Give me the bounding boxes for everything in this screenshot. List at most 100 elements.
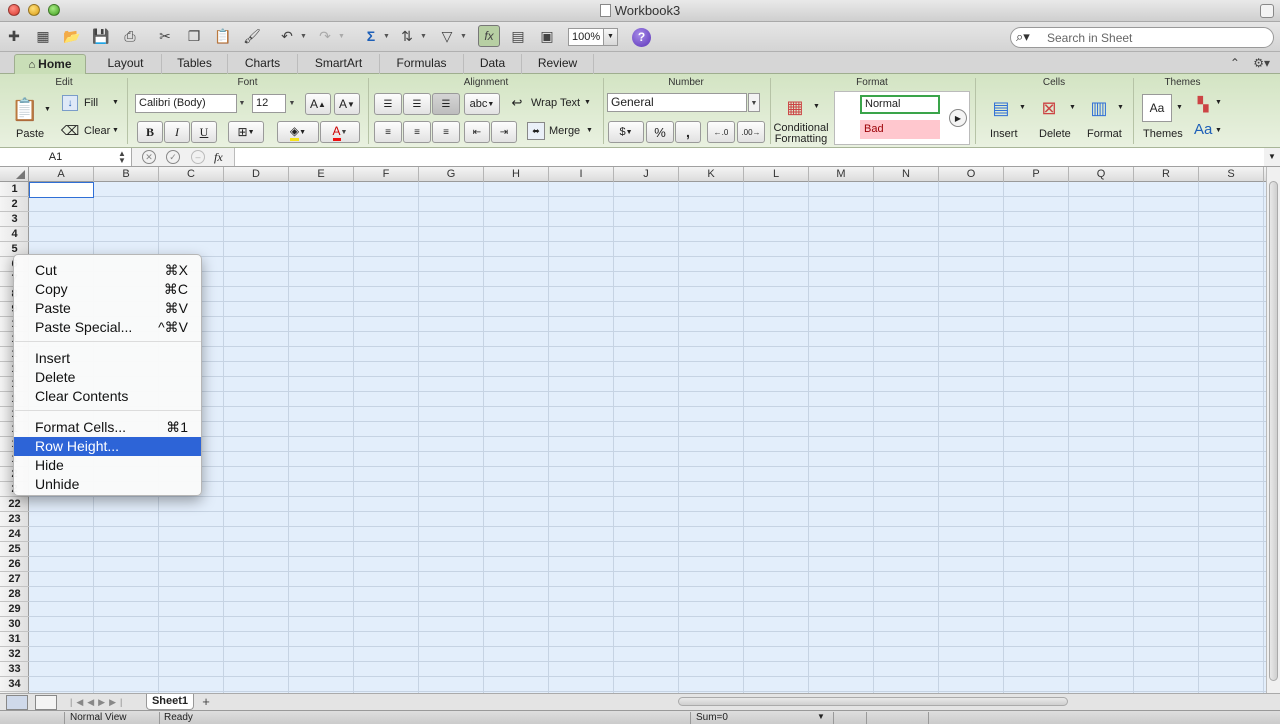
decrease-indent-icon[interactable]: ⇤ xyxy=(464,121,490,143)
search-box[interactable]: ⌕▾ xyxy=(1010,27,1274,48)
sheet-tab-sheet1[interactable]: Sheet1 xyxy=(146,694,194,710)
row-header[interactable]: 2 xyxy=(0,197,29,212)
text-orientation-button[interactable]: abc ▼ xyxy=(464,93,500,115)
decrease-decimal-icon[interactable]: .00→ xyxy=(737,121,765,143)
increase-font-size-icon[interactable]: A ▲ xyxy=(305,93,331,115)
tab-formulas[interactable]: Formulas xyxy=(380,54,464,74)
formula-builder-icon[interactable]: fx xyxy=(478,25,500,47)
theme-fonts-dropdown-icon[interactable]: ▼ xyxy=(1215,127,1222,134)
menu-item-unhide[interactable]: Unhide xyxy=(14,475,201,494)
column-header[interactable]: H xyxy=(484,167,549,182)
row-header[interactable]: 32 xyxy=(0,647,29,662)
filter-dropdown-icon[interactable]: ▼ xyxy=(459,25,468,47)
decrease-font-size-icon[interactable]: A ▼ xyxy=(334,93,360,115)
row-header[interactable]: 28 xyxy=(0,587,29,602)
delete-button[interactable]: Delete xyxy=(1039,128,1071,140)
column-header[interactable]: N xyxy=(874,167,939,182)
format-dropdown-icon[interactable]: ▼ xyxy=(1117,104,1124,111)
clear-dropdown-icon[interactable]: ▼ xyxy=(112,127,119,134)
template-gallery-icon[interactable]: ▦ xyxy=(32,25,54,47)
insert-cells-icon[interactable]: ▤ xyxy=(986,93,1016,123)
align-left-icon[interactable]: ≡ xyxy=(374,121,402,143)
autosum-dropdown-icon[interactable]: ▼ xyxy=(382,25,391,47)
paste-dropdown-icon[interactable]: ▼ xyxy=(44,106,51,113)
theme-colors-dropdown-icon[interactable]: ▼ xyxy=(1215,99,1222,106)
copy-icon[interactable]: ❐ xyxy=(183,25,205,47)
name-box-stepper-icon[interactable]: ▲ ▼ xyxy=(118,150,126,165)
ribbon-settings-icon[interactable]: ⚙▾ xyxy=(1253,56,1270,70)
eraser-icon[interactable]: ⌫ xyxy=(61,123,79,139)
borders-icon[interactable]: ⊞ ▼ xyxy=(228,121,264,143)
font-size-field[interactable]: 12 xyxy=(252,94,286,113)
menu-item-cut[interactable]: Cut ⌘X xyxy=(14,261,201,280)
style-bad[interactable]: Bad xyxy=(860,120,940,139)
column-header[interactable]: S xyxy=(1199,167,1264,182)
help-icon[interactable]: ? xyxy=(632,28,651,47)
column-header[interactable]: J xyxy=(614,167,679,182)
sheet-navigation-arrows[interactable]: |◀◀▶▶| xyxy=(70,694,126,710)
cell-gridlines[interactable] xyxy=(29,182,1266,693)
fill-dropdown-icon[interactable]: ▼ xyxy=(112,99,119,106)
column-header[interactable]: A xyxy=(29,167,94,182)
menu-item-row-height[interactable]: Row Height... xyxy=(14,437,201,456)
menu-item-paste-special[interactable]: Paste Special... ^⌘V xyxy=(14,318,201,337)
vertical-scroll-thumb[interactable] xyxy=(1269,181,1278,681)
toolbar-toggle-button[interactable] xyxy=(1260,4,1274,18)
align-middle-icon[interactable]: ☰ xyxy=(403,93,431,115)
cut-icon[interactable]: ✂ xyxy=(154,25,176,47)
tab-review[interactable]: Review xyxy=(522,54,594,74)
bold-button[interactable]: B xyxy=(137,121,163,143)
new-document-icon[interactable]: ✚ xyxy=(3,25,25,47)
normal-view-icon[interactable] xyxy=(6,695,28,710)
print-icon[interactable]: ⎙ xyxy=(119,25,141,47)
theme-colors-icon[interactable]: ▚ xyxy=(1192,94,1214,114)
number-format-dropdown-icon[interactable]: ▼ xyxy=(748,93,760,112)
clear-button[interactable]: Clear xyxy=(84,125,110,137)
style-normal[interactable]: Normal xyxy=(860,95,940,114)
redo-icon[interactable]: ↷ xyxy=(314,25,336,47)
insert-dropdown-icon[interactable]: ▼ xyxy=(1019,104,1026,111)
align-top-icon[interactable]: ☰ xyxy=(374,93,402,115)
conditional-formatting-button[interactable]: Conditional Formatting xyxy=(773,123,829,145)
column-header[interactable]: R xyxy=(1134,167,1199,182)
column-header[interactable]: D xyxy=(224,167,289,182)
font-name-dropdown-icon[interactable]: ▼ xyxy=(236,94,248,113)
paste-clipboard-icon[interactable]: 📋 xyxy=(10,94,40,126)
autosum-icon[interactable]: Σ xyxy=(360,25,382,47)
add-sheet-button[interactable]: + xyxy=(197,694,215,710)
column-header[interactable]: C xyxy=(159,167,224,182)
column-header[interactable]: K xyxy=(679,167,744,182)
column-header[interactable]: B xyxy=(94,167,159,182)
active-cell[interactable] xyxy=(29,182,94,198)
row-header[interactable]: 33 xyxy=(0,662,29,677)
row-header[interactable]: 4 xyxy=(0,227,29,242)
row-header[interactable]: 34 xyxy=(0,677,29,692)
page-layout-view-icon[interactable] xyxy=(35,695,57,710)
search-icon[interactable]: ⌕▾ xyxy=(1016,29,1030,45)
select-all-corner[interactable] xyxy=(0,167,29,182)
merge-icon[interactable]: ⬌ xyxy=(527,122,545,140)
collapse-ribbon-icon[interactable]: ⌃ xyxy=(1230,56,1240,70)
status-sum[interactable]: Sum=0 xyxy=(696,712,728,723)
row-header[interactable]: 23 xyxy=(0,512,29,527)
save-icon[interactable]: 💾 xyxy=(90,25,112,47)
undo-dropdown-icon[interactable]: ▼ xyxy=(299,25,308,47)
open-folder-icon[interactable]: 📂 xyxy=(61,25,83,47)
column-header[interactable]: G xyxy=(419,167,484,182)
undo-icon[interactable]: ↶ xyxy=(276,25,298,47)
italic-button[interactable]: I xyxy=(164,121,190,143)
wrap-text-dropdown-icon[interactable]: ▼ xyxy=(584,99,591,106)
sort-dropdown-icon[interactable]: ▼ xyxy=(419,25,428,47)
fill-down-icon[interactable]: ↓ xyxy=(62,95,78,111)
format-cells-icon[interactable]: ▥ xyxy=(1084,93,1114,123)
select-all-icon[interactable] xyxy=(0,167,29,182)
merge-button[interactable]: Merge xyxy=(549,125,580,137)
row-header[interactable]: 25 xyxy=(0,542,29,557)
filter-icon[interactable]: ▽ xyxy=(436,25,458,47)
row-header[interactable]: 24 xyxy=(0,527,29,542)
cancel-entry-icon[interactable]: ✕ xyxy=(142,150,156,164)
tab-tables[interactable]: Tables xyxy=(162,54,228,74)
row-header[interactable]: 30 xyxy=(0,617,29,632)
confirm-entry-icon[interactable]: ✓ xyxy=(166,150,180,164)
column-header[interactable]: F xyxy=(354,167,419,182)
